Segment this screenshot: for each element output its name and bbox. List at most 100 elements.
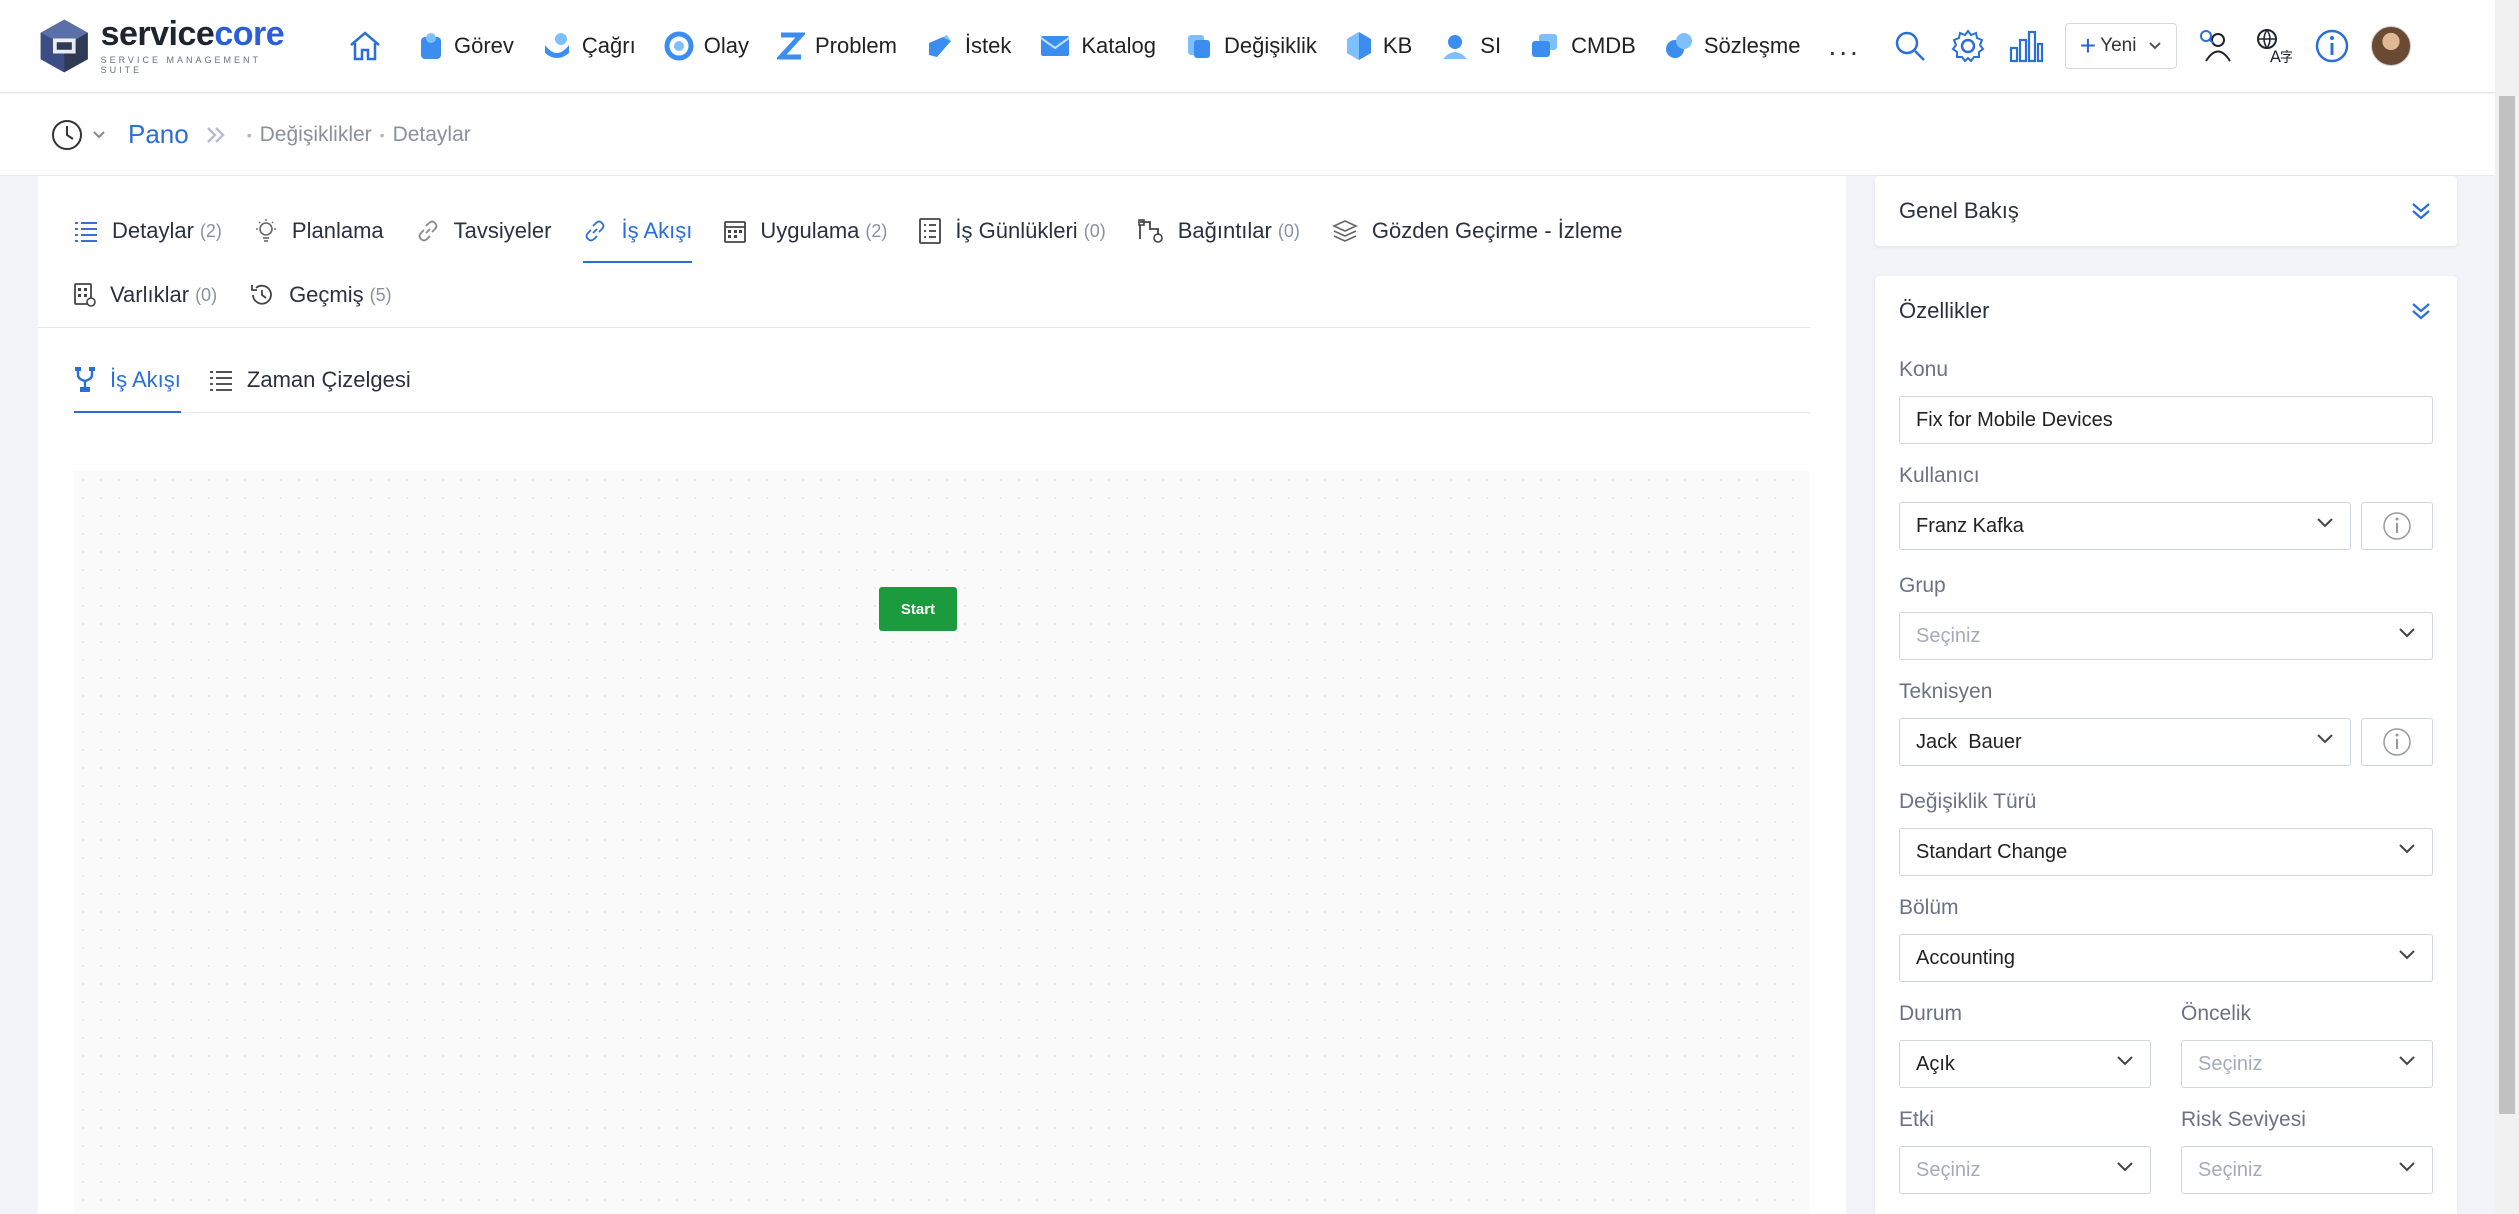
user-select[interactable]: Franz Kafka bbox=[1899, 502, 2351, 550]
priority-select[interactable]: Seçiniz bbox=[2181, 1040, 2433, 1088]
search-icon bbox=[1895, 31, 1925, 61]
nav-item-olay[interactable]: Olay bbox=[650, 16, 763, 76]
tab-is-akisi[interactable]: İş Akışı bbox=[583, 199, 692, 263]
impact-select-placeholder: Seçiniz bbox=[1916, 1158, 1981, 1181]
tab-label: Detaylar bbox=[112, 218, 194, 243]
nav-item-cmdb[interactable]: CMDB bbox=[1515, 16, 1650, 76]
tab-tavsiyeler[interactable]: Tavsiyeler bbox=[416, 199, 552, 263]
technician-select[interactable]: Jack Bauer bbox=[1899, 718, 2351, 766]
workflow-icon bbox=[75, 367, 95, 392]
nav-item-istek[interactable]: İstek bbox=[911, 16, 1025, 76]
settings-button[interactable] bbox=[1942, 20, 1994, 72]
tab-label: Varlıklar bbox=[110, 282, 190, 307]
user-search-button[interactable] bbox=[2190, 20, 2242, 72]
tab-planlama[interactable]: Planlama bbox=[254, 199, 384, 263]
status-select-value: Açık bbox=[1916, 1052, 1955, 1075]
workflow-canvas[interactable]: Start bbox=[74, 471, 1810, 1214]
chevron-down-icon bbox=[2149, 42, 2162, 50]
nav-label: Değişiklik bbox=[1223, 33, 1317, 58]
scrollbar-thumb[interactable] bbox=[2499, 96, 2515, 1114]
user-info-button[interactable] bbox=[2361, 502, 2433, 550]
nav-item-gorev[interactable]: Görev bbox=[404, 16, 528, 76]
search-button[interactable] bbox=[1884, 20, 1936, 72]
servicecore-logo-icon bbox=[40, 19, 88, 73]
nav-label: KB bbox=[1382, 33, 1413, 58]
technician-label: Teknisyen bbox=[1899, 680, 1993, 703]
nav-item-sozlesme[interactable]: Sözleşme bbox=[1650, 16, 1815, 76]
breadcrumb-dot: • bbox=[246, 126, 252, 143]
relations-icon bbox=[1137, 219, 1163, 243]
group-select-placeholder: Seçiniz bbox=[1916, 624, 1981, 647]
breadcrumb-item[interactable]: Değişiklikler bbox=[260, 123, 372, 147]
language-button[interactable]: A字 bbox=[2248, 20, 2300, 72]
double-chevron-down-icon[interactable] bbox=[2409, 199, 2433, 223]
group-label: Grup bbox=[1899, 574, 1946, 597]
new-button[interactable]: + Yeni bbox=[2064, 23, 2178, 69]
nav-item-si[interactable]: SI bbox=[1426, 16, 1515, 76]
breadcrumb: Pano • Değişiklikler • Detaylar bbox=[0, 94, 2495, 176]
technician-info-button[interactable] bbox=[2361, 718, 2433, 766]
history-clock-icon[interactable] bbox=[50, 118, 84, 152]
main-nav: Görev Çağrı Olay Problem İstek Katalog D… bbox=[336, 16, 1875, 76]
catalog-icon bbox=[1040, 36, 1070, 56]
department-select[interactable]: Accounting bbox=[1899, 934, 2433, 982]
tab-uygulama[interactable]: Uygulama (2) bbox=[724, 199, 887, 263]
nav-item-degisiklik[interactable]: Değişiklik bbox=[1170, 16, 1331, 76]
lightbulb-icon bbox=[255, 219, 276, 242]
chevron-down-icon bbox=[2317, 734, 2333, 744]
tab-gozden-gecirme[interactable]: Gözden Geçirme - İzleme bbox=[1331, 199, 1623, 263]
nav-item-cagri[interactable]: Çağrı bbox=[528, 16, 650, 76]
change-type-select[interactable]: Standart Change bbox=[1899, 828, 2433, 876]
subtab-zaman-cizelgesi[interactable]: Zaman Çizelgesi bbox=[209, 348, 411, 412]
info-icon bbox=[2383, 512, 2411, 540]
list-icon bbox=[75, 222, 97, 242]
user-select-value: Franz Kafka bbox=[1916, 514, 2024, 537]
brand-logo[interactable]: servicecore SERVICE MANAGEMENT SUITE bbox=[36, 16, 296, 76]
subject-input[interactable]: Fix for Mobile Devices bbox=[1899, 396, 2433, 444]
bar-chart-icon bbox=[2009, 30, 2043, 63]
link-icon bbox=[418, 220, 438, 242]
chevron-down-icon[interactable] bbox=[92, 130, 106, 140]
breadcrumb-home-link[interactable]: Pano bbox=[128, 119, 189, 150]
risk-select[interactable]: Seçiniz bbox=[2181, 1146, 2433, 1194]
tab-count: (0) bbox=[195, 284, 218, 305]
chevron-down-icon bbox=[2117, 1162, 2133, 1172]
properties-card: Özellikler Konu Fix for Mobile Devices K… bbox=[1875, 276, 2457, 1214]
avatar[interactable] bbox=[2371, 26, 2412, 66]
tab-label: Gözden Geçirme - İzleme bbox=[1371, 218, 1623, 243]
svg-text:字: 字 bbox=[2280, 50, 2292, 64]
nav-label: CMDB bbox=[1571, 33, 1636, 58]
technician-select-value: Jack Bauer bbox=[1916, 730, 2022, 753]
info-icon bbox=[2383, 728, 2411, 756]
subtab-is-akisi[interactable]: İş Akışı bbox=[74, 348, 181, 413]
overview-header[interactable]: Genel Bakış bbox=[1875, 176, 2457, 246]
nav-item-katalog[interactable]: Katalog bbox=[1025, 16, 1170, 76]
top-navbar: servicecore SERVICE MANAGEMENT SUITE Gör… bbox=[0, 0, 2495, 93]
info-icon bbox=[2316, 29, 2349, 63]
tab-bagintilar[interactable]: Bağıntılar (0) bbox=[1137, 199, 1300, 263]
tab-gecmis[interactable]: Geçmiş (5) bbox=[249, 263, 392, 327]
nav-item-problem[interactable]: Problem bbox=[763, 16, 911, 76]
gear-icon bbox=[1951, 29, 1985, 63]
status-select[interactable]: Açık bbox=[1899, 1040, 2151, 1088]
tab-is-gunlukleri[interactable]: İş Günlükleri (0) bbox=[919, 199, 1106, 263]
department-label: Bölüm bbox=[1899, 896, 1959, 919]
double-chevron-down-icon[interactable] bbox=[2409, 299, 2433, 323]
tab-count: (2) bbox=[865, 220, 888, 241]
request-icon bbox=[928, 35, 951, 57]
reports-button[interactable] bbox=[2000, 20, 2052, 72]
workflow-start-node[interactable]: Start bbox=[879, 587, 957, 631]
tab-detaylar[interactable]: Detaylar (2) bbox=[74, 199, 222, 263]
nav-more-button[interactable]: ... bbox=[1814, 16, 1874, 76]
page-scrollbar[interactable] bbox=[2495, 0, 2519, 1214]
calendar-icon bbox=[724, 221, 747, 243]
tab-varliklar[interactable]: Varlıklar (0) bbox=[74, 263, 217, 327]
info-button[interactable] bbox=[2306, 20, 2358, 72]
nav-home[interactable] bbox=[336, 16, 404, 76]
priority-select-placeholder: Seçiniz bbox=[2198, 1052, 2263, 1075]
properties-header[interactable]: Özellikler bbox=[1875, 276, 2457, 346]
group-select[interactable]: Seçiniz bbox=[1899, 612, 2433, 660]
impact-select[interactable]: Seçiniz bbox=[1899, 1146, 2151, 1194]
tab-label: Tavsiyeler bbox=[453, 218, 552, 243]
nav-item-kb[interactable]: KB bbox=[1331, 16, 1426, 76]
